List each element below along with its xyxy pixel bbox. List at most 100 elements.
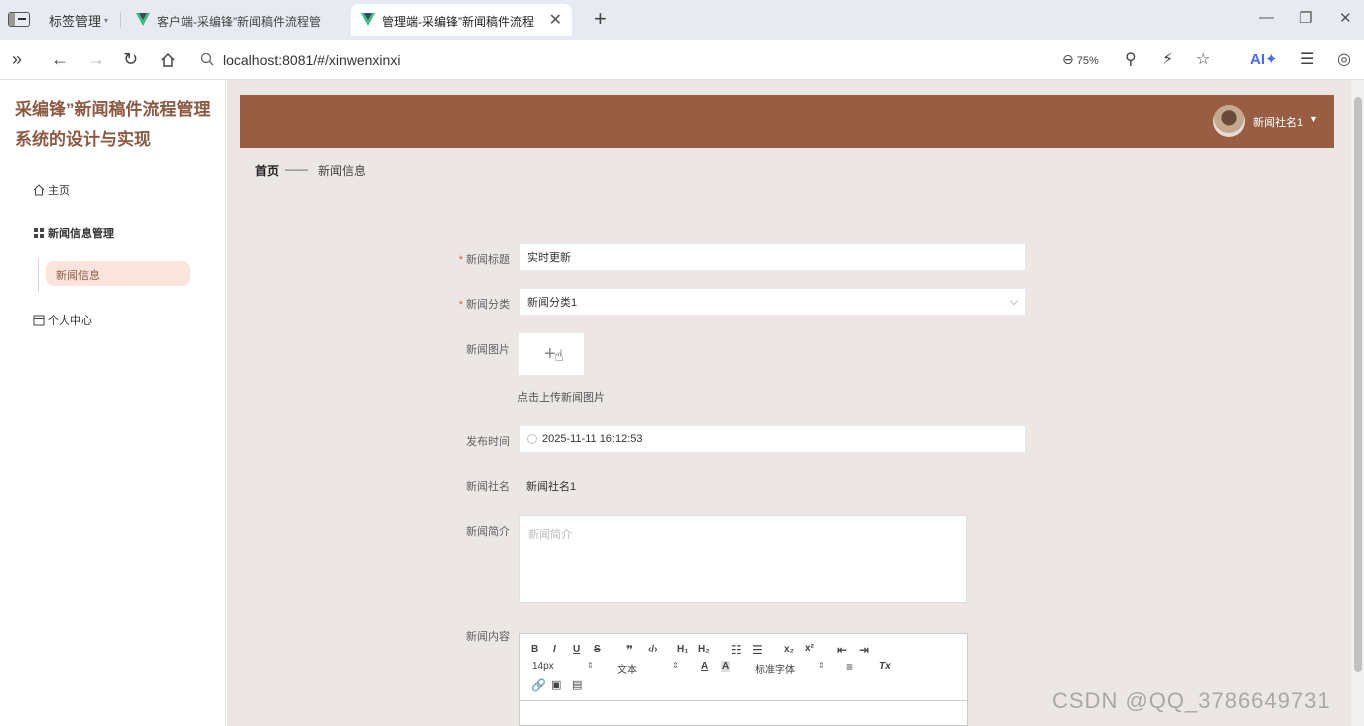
browser-tab-client[interactable]: 客户端-采编锋”新闻稿件流程管 [126, 4, 346, 36]
outdent-icon[interactable]: ⇤ [837, 643, 847, 657]
scrollbar-thumb[interactable] [1354, 97, 1362, 672]
tab-title: 客户端-采编锋”新闻稿件流程管 [157, 15, 321, 29]
sidebar-item-label: 主页 [48, 185, 70, 197]
sidebar-subitem-news-info[interactable]: 新闻信息 [46, 261, 190, 286]
italic-icon[interactable]: I [553, 644, 556, 655]
video-icon[interactable]: ▤ [572, 678, 582, 691]
restore-icon[interactable]: ❐ [1299, 9, 1312, 27]
tab-divider [120, 12, 121, 28]
link-icon[interactable]: 🔗 [531, 678, 546, 692]
sidebar-item-home[interactable]: 主页 [33, 182, 70, 198]
browser-tab-admin[interactable]: 管理端-采编锋”新闻稿件流程 ✕ [351, 4, 572, 36]
paragraph-select[interactable]: 文本 [617, 661, 637, 676]
publisher-value: 新闻社名1 [526, 481, 577, 493]
back-icon[interactable]: ← [51, 49, 69, 70]
publish-time-value: 2025-11-11 16:12:53 [542, 433, 643, 445]
grid-icon [34, 228, 44, 238]
publisher-label: 新闻社名 [466, 481, 510, 493]
tab-title: 管理端-采编锋”新闻稿件流程 [382, 15, 534, 29]
expand-sidebar-icon[interactable]: » [12, 49, 22, 70]
reading-list-icon[interactable]: ☰ [1300, 49, 1314, 69]
top-header: 新闻社名1 ▼ [240, 95, 1334, 148]
font-color-icon[interactable]: A [701, 661, 708, 672]
ai-button[interactable]: AI✦ [1250, 50, 1278, 68]
breadcrumb-home[interactable]: 首页 [255, 162, 279, 179]
image-icon[interactable]: ▣ [551, 678, 561, 691]
key-icon[interactable]: ⚲ [1125, 49, 1137, 69]
breadcrumb-current: 新闻信息 [318, 164, 367, 178]
sidebar-item-news-management[interactable]: 新闻信息管理 [33, 225, 114, 241]
clock-icon [527, 434, 537, 444]
font-size-select[interactable]: 14px [532, 661, 554, 672]
underline-icon[interactable]: U [573, 644, 580, 655]
star-icon[interactable]: ☆ [1196, 49, 1210, 69]
superscript-icon[interactable]: x² [805, 643, 814, 654]
upload-hint: 点击上传新闻图片 [517, 392, 605, 404]
publish-time-picker[interactable]: 2025-11-11 16:12:53 [519, 425, 1026, 453]
sidebar: 采编锋”新闻稿件流程管理系统的设计与实现 主页 新闻信息管理 新闻信息 个人中心 [0, 80, 226, 726]
vue-logo-icon [136, 13, 150, 26]
chevron-updown-icon: ⇕ [672, 661, 679, 670]
minimize-icon[interactable]: — [1259, 9, 1274, 26]
content-label: 新闻内容 [466, 631, 510, 643]
submenu-line [38, 258, 39, 292]
lightning-icon[interactable]: ⚡ [1162, 49, 1173, 69]
title-label: * 新闻标题 [458, 254, 510, 266]
app-title: 采编锋”新闻稿件流程管理系统的设计与实现 [15, 100, 211, 149]
new-tab-icon[interactable]: + [594, 6, 607, 32]
font-family-select[interactable]: 标准字体 [755, 661, 795, 676]
close-tab-icon[interactable]: ✕ [549, 10, 562, 30]
image-upload[interactable]: + ☝ [519, 333, 584, 375]
align-icon[interactable]: ≡ [846, 660, 853, 674]
intro-label: 新闻简介 [466, 526, 510, 538]
reload-icon[interactable]: ↻ [123, 49, 138, 70]
title-input[interactable]: 实时更新 [519, 243, 1026, 271]
rich-text-editor[interactable]: B I U S ❞ ‹/› H₁ H₂ ☷ ☰ x₂ x² ⇤ ⇥ 14px ⇕… [519, 633, 968, 726]
strikethrough-icon[interactable]: S [594, 644, 601, 655]
editor-toolbar: B I U S ❞ ‹/› H₁ H₂ ☷ ☰ x₂ x² ⇤ ⇥ 14px ⇕… [520, 634, 967, 701]
home-icon[interactable] [160, 52, 176, 68]
category-select[interactable]: 新闻分类1 [519, 288, 1026, 316]
calendar-icon [33, 315, 45, 326]
chevron-updown-icon: ⇕ [587, 661, 594, 670]
forward-icon[interactable]: → [87, 49, 105, 70]
sidebar-item-label: 个人中心 [48, 315, 92, 327]
image-label: 新闻图片 [466, 344, 510, 356]
title-input-value: 实时更新 [527, 252, 571, 264]
heading2-icon[interactable]: H₂ [698, 644, 710, 655]
vue-logo-icon [361, 13, 375, 26]
chevron-down-icon[interactable]: ▾ [104, 16, 108, 25]
intro-placeholder: 新闻简介 [528, 529, 572, 541]
main-content: 新闻社名1 ▼ 首页 —— 新闻信息 * 新闻标题 实时更新 * 新闻分类 新闻分类… [227, 80, 1351, 726]
close-window-icon[interactable]: ✕ [1339, 9, 1352, 27]
hand-cursor-icon: ☝ [554, 348, 564, 365]
heading1-icon[interactable]: H₁ [677, 644, 688, 655]
tab-group-label[interactable]: 标签管理 [49, 11, 101, 30]
watermark: CSDN @QQ_3786649731 [1052, 688, 1331, 713]
sidebar-item-profile[interactable]: 个人中心 [33, 312, 92, 328]
chevron-updown-icon: ⇕ [818, 661, 825, 670]
clear-format-icon[interactable]: Tx [879, 661, 891, 672]
search-icon [200, 52, 214, 66]
bold-icon[interactable]: B [531, 644, 538, 655]
subscript-icon[interactable]: x₂ [784, 644, 794, 655]
background-color-icon[interactable]: A [721, 661, 731, 672]
home-icon [33, 184, 45, 196]
intro-textarea[interactable]: 新闻简介 [519, 515, 967, 603]
bullet-list-icon[interactable]: ☰ [752, 643, 763, 657]
avatar[interactable] [1213, 105, 1245, 137]
code-block-icon[interactable]: ‹/› [648, 644, 657, 655]
browser-tab-strip: 标签管理 ▾ 客户端-采编锋”新闻稿件流程管 管理端-采编锋”新闻稿件流程 ✕ … [0, 0, 1364, 40]
blockquote-icon[interactable]: ❞ [626, 643, 633, 657]
sidebar-toggle-icon[interactable] [8, 12, 30, 27]
indent-icon[interactable]: ⇥ [859, 643, 869, 657]
user-name[interactable]: 新闻社名1 [1253, 114, 1303, 130]
chevron-down-icon[interactable]: ▼ [1309, 114, 1318, 124]
zoom-indicator[interactable]: ⊖ 75% [1062, 51, 1099, 68]
category-select-value: 新闻分类1 [527, 297, 578, 309]
extensions-icon[interactable]: ◎ [1337, 49, 1351, 69]
ordered-list-icon[interactable]: ☷ [731, 643, 742, 657]
url-input[interactable]: localhost:8081/#/xinwenxinxi [223, 52, 400, 68]
sidebar-item-label: 新闻信息管理 [48, 228, 114, 240]
address-bar: » ← → ↻ localhost:8081/#/xinwenxinxi ⊖ 7… [0, 40, 1364, 80]
